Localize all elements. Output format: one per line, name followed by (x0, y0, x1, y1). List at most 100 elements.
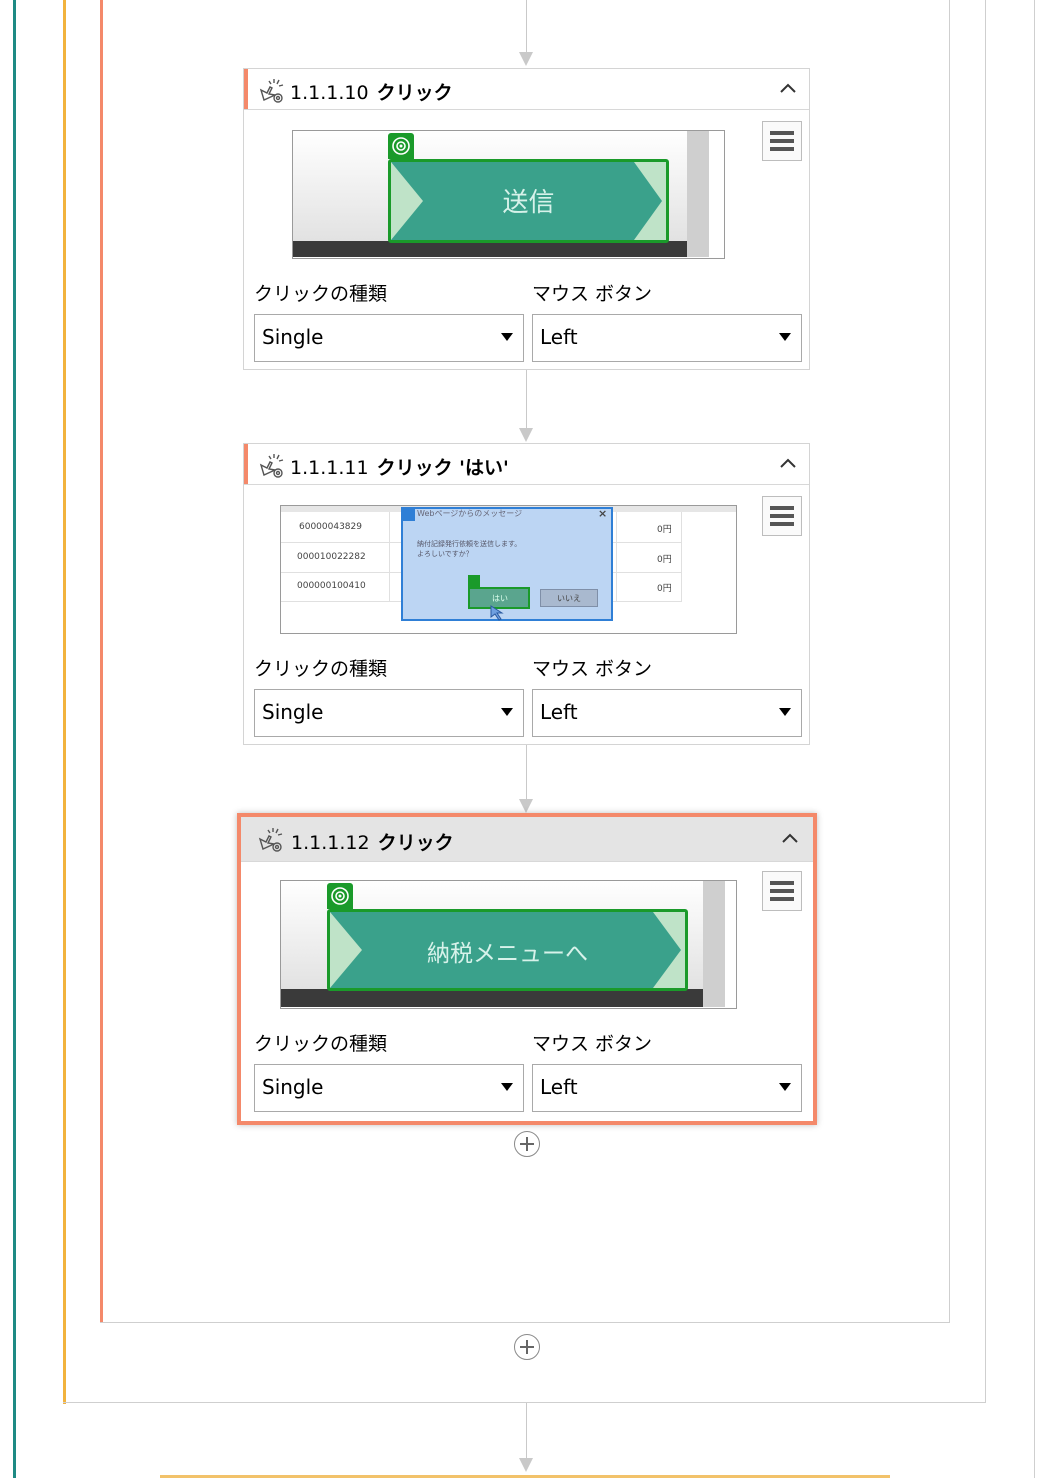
caret-down-icon (779, 1083, 791, 1091)
sequence-orange-right (949, 0, 950, 1323)
mouse-button-select[interactable]: Left (532, 689, 802, 737)
mouse-button-label: マウス ボタン (532, 1033, 653, 1055)
chevron-up-icon[interactable] (777, 825, 803, 851)
activity-number: 1.1.1.10 (290, 82, 369, 104)
add-activity-button[interactable] (514, 1334, 540, 1360)
caret-down-icon (501, 333, 513, 341)
activity-title-wrap: 1.1.1.12 クリック (291, 828, 454, 855)
click-type-label: クリックの種類 (254, 283, 388, 305)
target-screenshot: 60000043829 000010022282 000000100410 0円… (280, 505, 737, 634)
click-activity-icon (258, 828, 283, 852)
target-marker-icon (327, 883, 353, 909)
dialog-yes-label: はい (492, 594, 508, 603)
connector-line (526, 370, 527, 428)
connector-arrow (519, 52, 533, 66)
caret-down-icon (501, 708, 513, 716)
dialog-close: × (598, 507, 608, 520)
caret-down-icon (779, 708, 791, 716)
chevron-up-icon[interactable] (775, 450, 801, 476)
activity-title: クリック (377, 832, 454, 854)
caret-down-icon (779, 333, 791, 341)
mouse-button-select[interactable]: Left (532, 314, 802, 362)
sequence-yellow-right (985, 0, 986, 1403)
activity-number: 1.1.1.12 (291, 832, 370, 854)
activity-header[interactable]: 1.1.1.12 クリック (241, 817, 813, 862)
dialog-message-2: よろしいですか？ (417, 550, 473, 558)
connector-line (526, 1403, 527, 1458)
mouse-button-label: マウス ボタン (532, 283, 653, 305)
row-id: 000000100410 (297, 581, 366, 591)
dialog-title: Webページからのメッセージ (417, 509, 523, 518)
row-id: 60000043829 (299, 522, 362, 532)
activity-title: クリック (376, 82, 453, 104)
dialog-message-1: 納付記録発行依頼を送信します。 (417, 540, 522, 548)
outer-right-border (1034, 0, 1035, 1478)
activity-card-click-11[interactable]: 1.1.1.11 クリック 'はい' 60000043829 0000100222… (243, 443, 810, 745)
screenshot-dark-strip (281, 989, 703, 1007)
click-type-select[interactable]: Single (254, 1064, 524, 1112)
click-type-value: Single (262, 700, 324, 724)
activity-accent-bar (244, 444, 248, 484)
activity-card-click-10[interactable]: 1.1.1.10 クリック 送信 クリックの種類 マウス ボタン Single L… (243, 68, 810, 370)
message-dialog: Webページからのメッセージ × 納付記録発行依頼を送信します。 よろしいですか… (401, 507, 613, 621)
activity-title-wrap: 1.1.1.10 クリック (290, 78, 453, 105)
screenshot-scrollbar (703, 881, 725, 1007)
click-type-select[interactable]: Single (254, 314, 524, 362)
target-screenshot: 送信 (292, 130, 725, 259)
activity-accent-bar (244, 69, 248, 109)
activity-title: クリック 'はい' (376, 457, 509, 479)
screenshot-scrollbar (687, 131, 709, 257)
sequence-orange-bottom (100, 1322, 950, 1323)
connector-arrow (519, 799, 533, 813)
activity-header[interactable]: 1.1.1.11 クリック 'はい' (244, 444, 809, 485)
mouse-button-label: マウス ボタン (532, 658, 653, 680)
mouse-button-value: Left (540, 325, 578, 349)
mouse-button-value: Left (540, 1075, 578, 1099)
activity-header[interactable]: 1.1.1.10 クリック (244, 69, 809, 110)
table-col-divider (389, 512, 390, 602)
caret-down-icon (501, 1083, 513, 1091)
screenshot-dark-strip (293, 241, 687, 257)
click-activity-icon (259, 454, 284, 478)
row-id: 000010022282 (297, 552, 366, 562)
add-activity-button[interactable] (514, 1131, 540, 1157)
mouse-button-select[interactable]: Left (532, 1064, 802, 1112)
screenshot-menu-button: 納税メニューへ (327, 909, 688, 991)
row-amount: 0円 (657, 555, 672, 565)
table-col-divider (681, 512, 682, 602)
sequence-orange-border (100, 0, 103, 1323)
click-activity-icon (259, 79, 284, 103)
table-col-divider (616, 512, 617, 602)
click-type-label: クリックの種類 (254, 1033, 388, 1055)
sequence-yellow-bottom (63, 1402, 986, 1403)
connector-arrow (519, 428, 533, 442)
screenshot-submit-button: 送信 (388, 159, 669, 243)
row-amount: 0円 (657, 525, 672, 535)
target-marker-icon (388, 133, 414, 159)
activity-title-wrap: 1.1.1.11 クリック 'はい' (290, 453, 509, 480)
outer-teal-border (13, 0, 16, 1478)
target-marker-icon (468, 575, 480, 587)
activity-number: 1.1.1.11 (290, 457, 369, 479)
activity-card-click-12[interactable]: 1.1.1.12 クリック 納税メニューへ クリックの種類 マウス ボタン Sin… (237, 813, 817, 1125)
hamburger-menu-icon[interactable] (762, 121, 802, 161)
screenshot-button-label: 送信 (502, 188, 555, 218)
row-amount: 0円 (657, 584, 672, 594)
sequence-yellow-border (63, 0, 66, 1404)
click-type-value: Single (262, 1075, 324, 1099)
mouse-cursor-icon (490, 605, 504, 621)
dialog-no-label: いいえ (557, 594, 581, 603)
click-type-label: クリックの種類 (254, 658, 388, 680)
hamburger-menu-icon[interactable] (762, 496, 802, 536)
connector-arrow (519, 1458, 533, 1472)
connector-line (526, 745, 527, 799)
hamburger-menu-icon[interactable] (762, 871, 802, 911)
dialog-no-button: いいえ (540, 589, 598, 607)
chevron-up-icon[interactable] (775, 75, 801, 101)
mouse-button-value: Left (540, 700, 578, 724)
click-type-value: Single (262, 325, 324, 349)
screenshot-button-label: 納税メニューへ (427, 941, 588, 967)
target-screenshot: 納税メニューへ (280, 880, 737, 1009)
dialog-anchor-icon (403, 509, 415, 521)
click-type-select[interactable]: Single (254, 689, 524, 737)
